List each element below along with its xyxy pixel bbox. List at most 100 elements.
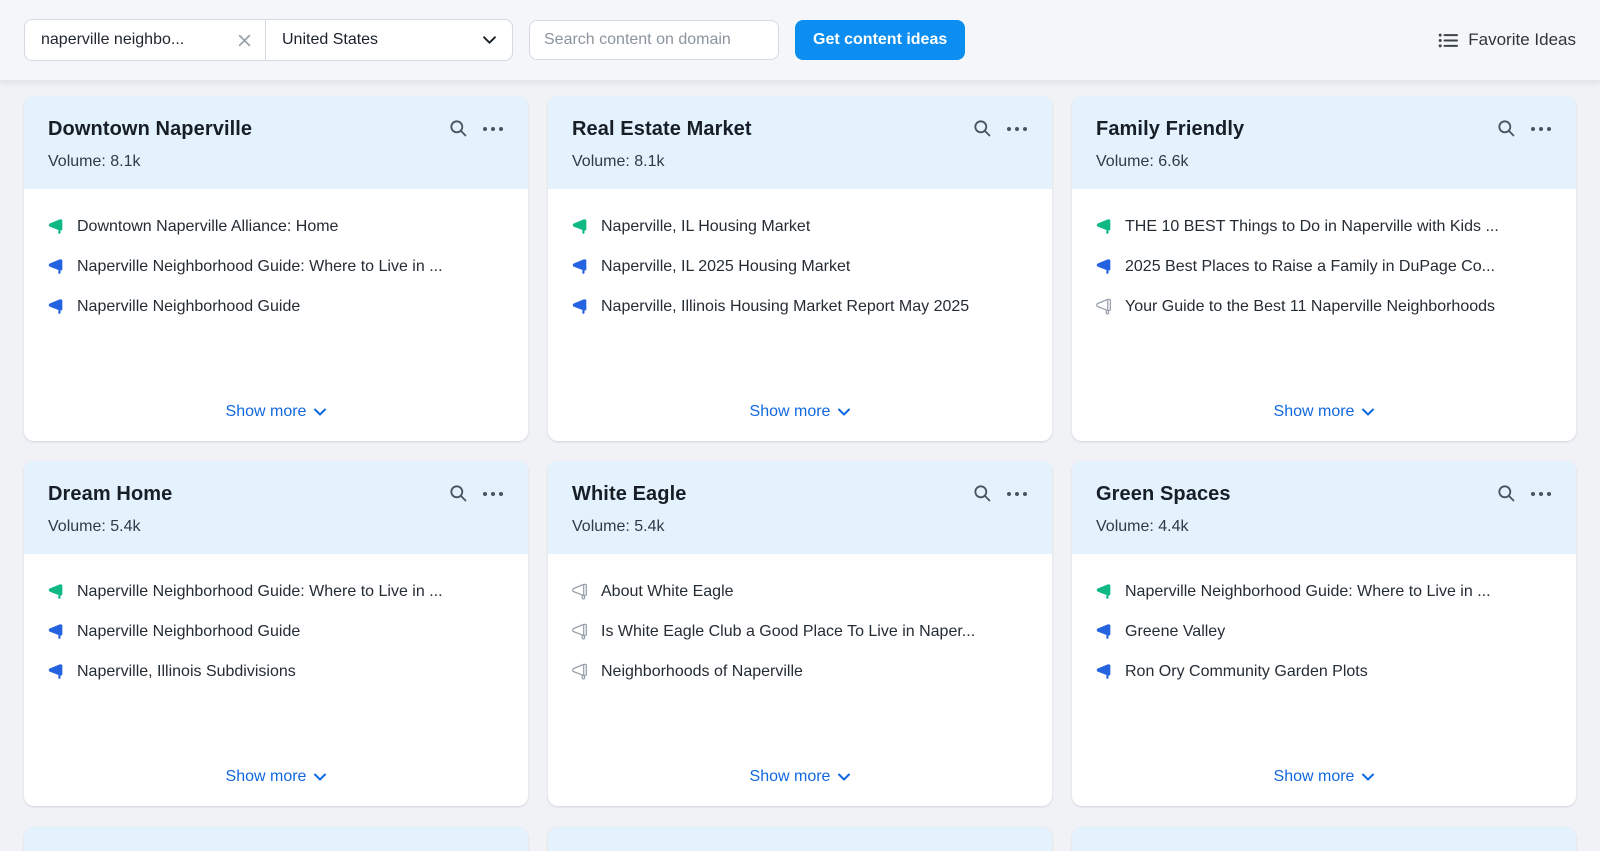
search-icon[interactable] [449, 119, 468, 138]
topic-cards-grid: Downtown Naperville [0, 80, 1600, 806]
megaphone-icon [48, 663, 65, 680]
headline-item[interactable]: THE 10 BEST Things to Do in Naperville w… [1096, 215, 1552, 239]
topic-card: Real Estate Market [548, 96, 1052, 441]
show-more-button[interactable]: Show more [1272, 764, 1377, 790]
card-title: Dream Home [48, 483, 449, 506]
topic-card-body: Naperville Neighborhood Guide: Where to … [1072, 554, 1576, 806]
list-icon [1438, 32, 1458, 49]
search-icon[interactable] [449, 484, 468, 503]
headline-text: Ron Ory Community Garden Plots [1125, 660, 1368, 684]
topic-card-header: Green Spaces [1072, 461, 1576, 554]
chevron-down-icon [314, 408, 326, 416]
headline-text: Naperville, Illinois Housing Market Repo… [601, 295, 969, 319]
keyword-input[interactable] [41, 31, 211, 49]
megaphone-icon [572, 663, 589, 680]
topic-card-body: About White Eagle Is White Eagle Club a G… [548, 554, 1052, 806]
search-icon[interactable] [1497, 484, 1516, 503]
topic-card-header: Family Friendly [1072, 96, 1576, 189]
headline-item[interactable]: Naperville Neighborhood Guide: Where to … [48, 255, 504, 279]
more-options-icon[interactable] [1006, 491, 1028, 497]
chevron-down-icon [838, 773, 850, 781]
show-more-label: Show more [750, 403, 831, 421]
card-title: Family Friendly [1096, 118, 1497, 141]
headline-item[interactable]: About White Eagle [572, 580, 1028, 604]
headline-text: About White Eagle [601, 580, 734, 604]
topic-card: White Eagle [548, 461, 1052, 806]
headline-item[interactable]: Is White Eagle Club a Good Place To Live… [572, 620, 1028, 644]
chevron-down-icon [1362, 773, 1374, 781]
card-volume: Volume: 8.1k [48, 153, 504, 171]
headline-item[interactable]: Downtown Naperville Alliance: Home [48, 215, 504, 239]
headline-item[interactable]: Naperville Neighborhood Guide: Where to … [48, 580, 504, 604]
show-more-button[interactable]: Show more [224, 399, 329, 425]
country-select[interactable]: United States [266, 20, 512, 60]
card-volume: Volume: 6.6k [1096, 153, 1552, 171]
chevron-down-icon [314, 773, 326, 781]
topic-card: Dream Home [24, 461, 528, 806]
show-more-button[interactable]: Show more [748, 764, 853, 790]
headline-text: Downtown Naperville Alliance: Home [77, 215, 338, 239]
headline-item[interactable]: Ron Ory Community Garden Plots [1096, 660, 1552, 684]
megaphone-icon [48, 298, 65, 315]
headline-item[interactable]: Naperville Neighborhood Guide [48, 295, 504, 319]
show-more-label: Show more [226, 403, 307, 421]
more-options-icon[interactable] [482, 126, 504, 132]
headline-text: Your Guide to the Best 11 Naperville Nei… [1125, 295, 1495, 319]
more-options-icon[interactable] [1530, 126, 1552, 132]
topic-card-header: White Eagle [548, 461, 1052, 554]
topbar: United States Get content ideas Favorite… [0, 0, 1600, 80]
search-icon[interactable] [973, 484, 992, 503]
megaphone-icon [572, 623, 589, 640]
card-title: Green Spaces [1096, 483, 1497, 506]
topic-card-body: THE 10 BEST Things to Do in Naperville w… [1072, 189, 1576, 441]
search-icon[interactable] [1497, 119, 1516, 138]
headline-text: Naperville Neighborhood Guide: Where to … [1125, 580, 1491, 604]
headline-text: Naperville Neighborhood Guide: Where to … [77, 255, 443, 279]
show-more-button[interactable]: Show more [224, 764, 329, 790]
headline-text: Naperville, Illinois Subdivisions [77, 660, 296, 684]
megaphone-icon [1096, 218, 1113, 235]
headline-item[interactable]: Naperville Neighborhood Guide [48, 620, 504, 644]
headline-text: Is White Eagle Club a Good Place To Live… [601, 620, 975, 644]
card-volume: Volume: 5.4k [48, 518, 504, 536]
megaphone-icon [1096, 663, 1113, 680]
keyword-country-group: United States [24, 19, 513, 61]
more-options-icon[interactable] [482, 491, 504, 497]
megaphone-icon [48, 583, 65, 600]
headline-item[interactable]: Naperville, IL Housing Market [572, 215, 1028, 239]
headline-item[interactable]: Naperville, Illinois Housing Market Repo… [572, 295, 1028, 319]
headline-text: Naperville Neighborhood Guide: Where to … [77, 580, 443, 604]
topic-card: Family Friendly [1072, 96, 1576, 441]
favorite-ideas-button[interactable]: Favorite Ideas [1438, 30, 1576, 50]
card-title: Downtown Naperville [48, 118, 449, 141]
headline-item[interactable]: Naperville Neighborhood Guide: Where to … [1096, 580, 1552, 604]
more-options-icon[interactable] [1006, 126, 1028, 132]
topic-card-body: Naperville, IL Housing Market Naperville,… [548, 189, 1052, 441]
headline-item[interactable]: 2025 Best Places to Raise a Family in Du… [1096, 255, 1552, 279]
show-more-label: Show more [750, 768, 831, 786]
country-select-value: United States [282, 31, 378, 49]
megaphone-icon [1096, 298, 1113, 315]
topic-card: Green Spaces [1072, 461, 1576, 806]
headline-item[interactable]: Your Guide to the Best 11 Naperville Nei… [1096, 295, 1552, 319]
headline-item[interactable]: Naperville, Illinois Subdivisions [48, 660, 504, 684]
clear-keyword-icon[interactable] [238, 34, 251, 47]
megaphone-icon [572, 258, 589, 275]
headline-item[interactable]: Greene Valley [1096, 620, 1552, 644]
headline-list: Naperville Neighborhood Guide: Where to … [1096, 580, 1552, 764]
show-more-button[interactable]: Show more [748, 399, 853, 425]
headline-text: THE 10 BEST Things to Do in Naperville w… [1125, 215, 1499, 239]
chevron-down-icon [838, 408, 850, 416]
megaphone-icon [572, 298, 589, 315]
headline-item[interactable]: Neighborhoods of Naperville [572, 660, 1028, 684]
more-options-icon[interactable] [1530, 491, 1552, 497]
get-content-ideas-button[interactable]: Get content ideas [795, 20, 965, 60]
show-more-button[interactable]: Show more [1272, 399, 1377, 425]
search-icon[interactable] [973, 119, 992, 138]
megaphone-icon [1096, 623, 1113, 640]
show-more-label: Show more [226, 768, 307, 786]
megaphone-icon [1096, 583, 1113, 600]
domain-search-input[interactable] [529, 20, 779, 60]
partial-card [24, 827, 528, 851]
headline-item[interactable]: Naperville, IL 2025 Housing Market [572, 255, 1028, 279]
